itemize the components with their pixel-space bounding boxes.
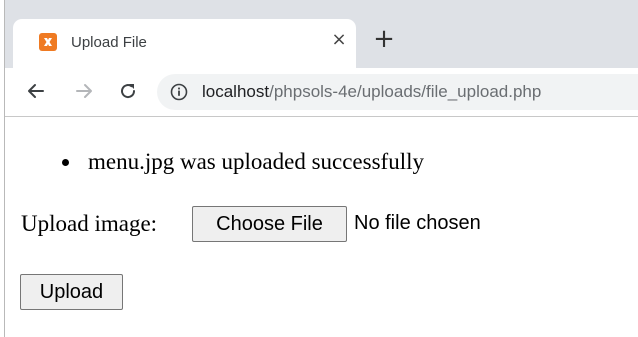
- list-bullet: [62, 159, 69, 166]
- tab-close-icon[interactable]: ×: [329, 30, 349, 50]
- page-content: menu.jpg was uploaded successfully Uploa…: [5, 117, 638, 337]
- upload-button[interactable]: Upload: [20, 274, 123, 310]
- no-file-chosen-text: No file chosen: [354, 212, 481, 234]
- choose-file-button[interactable]: Choose File: [192, 206, 347, 242]
- tab-upload-file[interactable]: Upload File ×: [13, 19, 356, 68]
- tab-strip: Upload File × +: [5, 0, 638, 68]
- upload-image-label: Upload image:: [21, 211, 158, 236]
- new-tab-button[interactable]: +: [372, 26, 396, 52]
- upload-success-message: menu.jpg was uploaded successfully: [88, 149, 424, 174]
- browser-window: Upload File × + localhost/phpsols-4e/upl…: [4, 0, 638, 337]
- url-path: /phpsols-4e/uploads/file_upload.php: [269, 82, 542, 101]
- reload-icon[interactable]: [115, 78, 141, 104]
- address-bar[interactable]: localhost/phpsols-4e/uploads/file_upload…: [157, 74, 638, 110]
- back-arrow-icon[interactable]: [23, 78, 49, 104]
- tab-title: Upload File: [71, 34, 147, 51]
- forward-arrow-icon[interactable]: [71, 78, 97, 104]
- url-host: localhost: [202, 82, 270, 101]
- info-icon[interactable]: [170, 83, 188, 101]
- xampp-icon: [39, 33, 57, 51]
- url-text: localhost/phpsols-4e/uploads/file_upload…: [202, 82, 541, 102]
- browser-toolbar: localhost/phpsols-4e/uploads/file_upload…: [5, 68, 638, 117]
